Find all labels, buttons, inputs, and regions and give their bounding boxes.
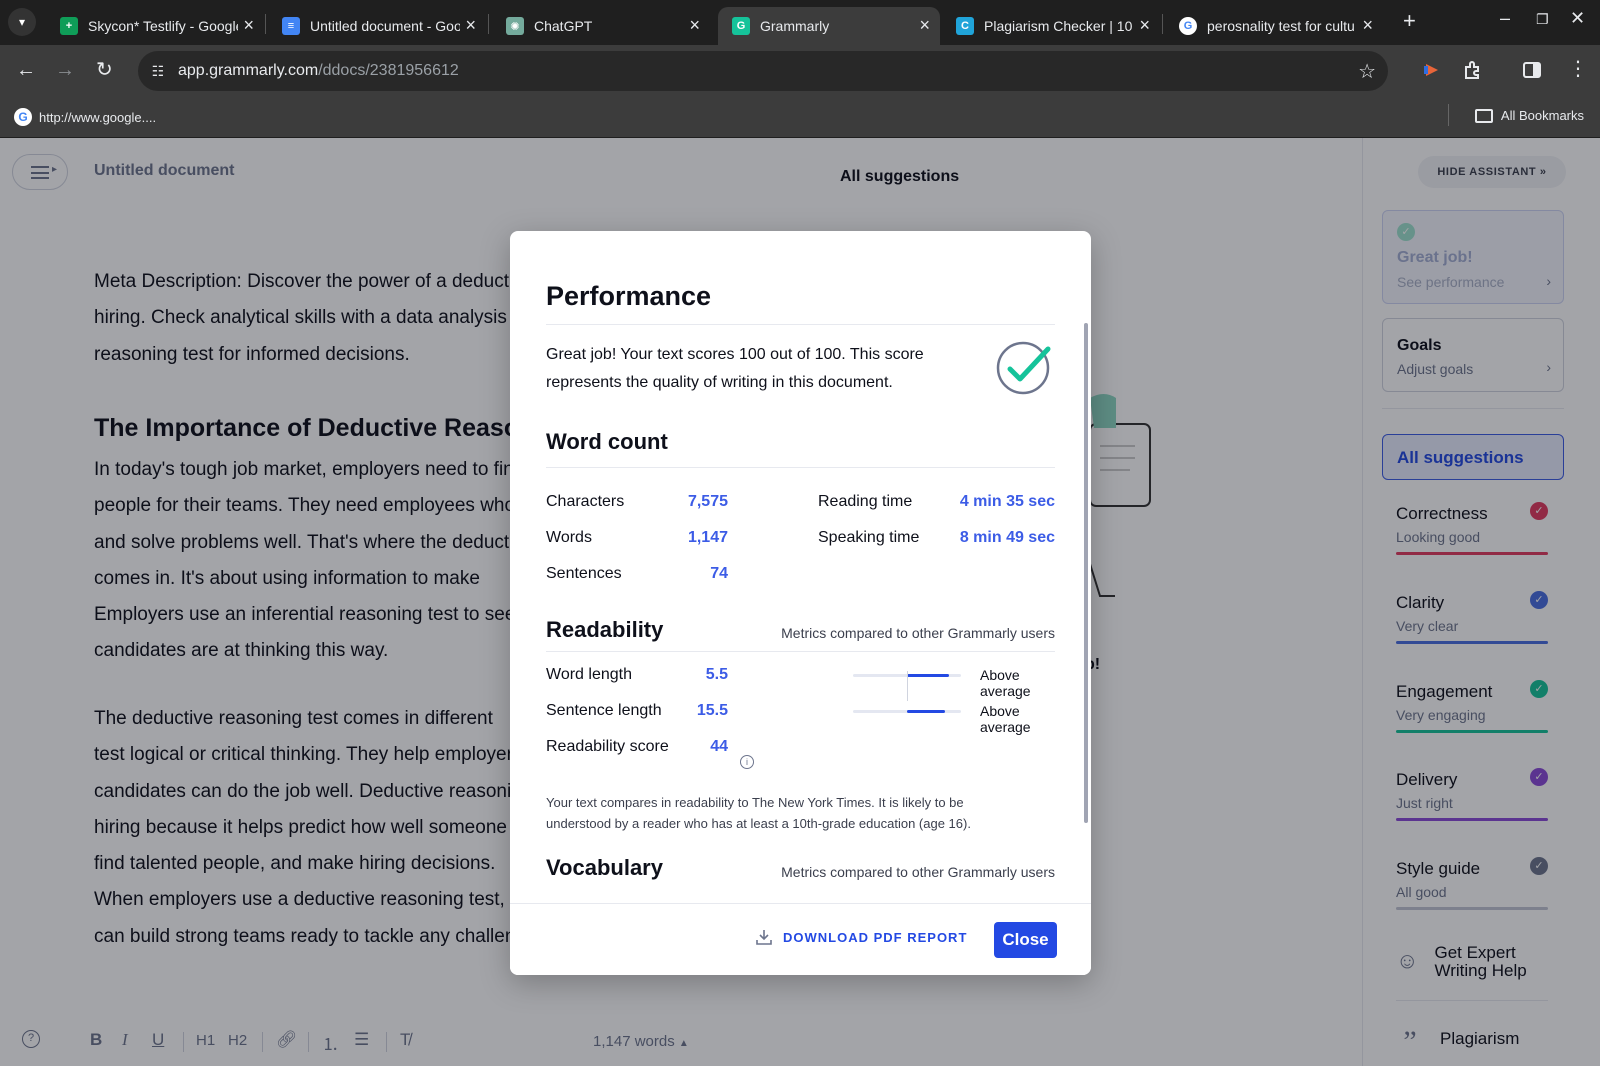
reading-time-label: Reading time — [818, 493, 913, 510]
modal-title: Performance — [546, 281, 712, 311]
average-marker — [907, 671, 908, 701]
sentences-label: Sentences — [546, 565, 622, 582]
readability-explanation: Your text compares in readability to The… — [546, 795, 971, 831]
forward-arrow-icon[interactable]: → — [55, 59, 75, 81]
reading-time-value: 4 min 35 sec — [959, 493, 1055, 510]
google-icon: G — [1179, 17, 1197, 35]
readability-score-label: Readability score — [546, 738, 669, 755]
window-close-icon[interactable]: ✕ — [1570, 8, 1585, 29]
tab-chatgpt[interactable]: ✺ ChatGPT × — [492, 7, 710, 45]
word-length-rating: Above average — [980, 667, 1031, 699]
more-menu-icon[interactable]: ⋮ — [1568, 58, 1588, 80]
tab-separator — [265, 14, 266, 34]
browser-tab-bar: ▾ + Skycon* Testlify - Google × ≡ Untitl… — [0, 0, 1600, 45]
metrics-note: Metrics compared to other Grammarly user… — [781, 625, 1055, 641]
info-icon[interactable]: i — [740, 755, 754, 769]
speaking-time-label: Speaking time — [818, 529, 920, 546]
modal-content: Performance Great job! Your text scores … — [546, 231, 1055, 891]
success-check-icon — [996, 341, 1051, 395]
bookmark-separator — [1448, 104, 1449, 126]
sentences-value: 74 — [710, 565, 728, 582]
tab-plagiarism-checker[interactable]: C Plagiarism Checker | 10 × — [942, 7, 1160, 45]
modal-scrollbar[interactable] — [1084, 323, 1088, 823]
characters-value: 7,575 — [687, 493, 728, 510]
tab-grammarly[interactable]: G Grammarly × — [718, 7, 940, 45]
address-bar[interactable]: ☷ app.grammarly.com/ddocs/2381956612 ☆ — [138, 51, 1388, 91]
word-length-label: Word length — [546, 666, 632, 683]
extension-grammarly-icon[interactable] — [1422, 60, 1442, 80]
google-icon: G — [14, 108, 32, 126]
extensions-puzzle-icon[interactable] — [1463, 60, 1483, 80]
readability-score-value: 44 — [710, 738, 728, 755]
side-panel-icon[interactable] — [1522, 60, 1542, 80]
grammarly-icon: G — [732, 17, 750, 35]
close-tab-icon[interactable]: × — [1139, 16, 1150, 34]
characters-label: Characters — [546, 493, 625, 510]
plagiarism-site-icon: C — [956, 17, 974, 35]
minimize-icon[interactable]: – — [1500, 8, 1510, 29]
divider — [546, 651, 1055, 652]
docs-icon: ≡ — [282, 17, 300, 35]
close-tab-icon[interactable]: × — [465, 16, 476, 34]
back-arrow-icon[interactable]: ← — [16, 59, 36, 81]
tab-search-chevron-icon[interactable]: ▾ — [8, 8, 36, 36]
download-icon — [756, 930, 772, 945]
chatgpt-icon: ✺ — [506, 17, 524, 35]
new-tab-plus-icon[interactable]: + — [1403, 10, 1416, 32]
readability-heading: Readability — [546, 617, 664, 642]
sentence-length-bar — [853, 710, 961, 713]
bookmark-google[interactable]: G http://www.google.... — [14, 108, 156, 126]
close-tab-icon[interactable]: × — [919, 16, 930, 34]
close-tab-icon[interactable]: × — [243, 16, 254, 34]
sentence-length-value: 15.5 — [696, 702, 728, 719]
close-tab-icon[interactable]: × — [1362, 16, 1373, 34]
tab-separator — [1162, 14, 1163, 34]
bookmark-star-icon[interactable]: ☆ — [1358, 59, 1376, 84]
download-pdf-button[interactable]: DOWNLOAD PDF REPORT — [755, 928, 967, 946]
tab-personality-test[interactable]: G perosnality test for cultu × — [1165, 7, 1383, 45]
modal-footer: DOWNLOAD PDF REPORT Close — [510, 903, 1091, 975]
vocabulary-heading: Vocabulary — [546, 855, 663, 880]
url-path: /ddocs/2381956612 — [318, 62, 459, 79]
speaking-time-value: 8 min 49 sec — [959, 529, 1055, 546]
folder-icon — [1474, 108, 1493, 123]
score-summary: Great job! Your text scores 100 out of 1… — [546, 346, 924, 391]
tab-skycon-testlify[interactable]: + Skycon* Testlify - Google × — [46, 7, 264, 45]
sentence-length-rating: Above average — [980, 703, 1031, 735]
divider — [546, 467, 1055, 468]
site-info-icon[interactable]: ☷ — [148, 61, 168, 81]
divider — [546, 324, 1055, 325]
tab-untitled-document[interactable]: ≡ Untitled document - Goo × — [268, 7, 486, 45]
word-count-heading: Word count — [546, 429, 668, 454]
performance-modal: Performance Great job! Your text scores … — [510, 231, 1091, 975]
sentence-length-label: Sentence length — [546, 702, 662, 719]
metrics-note: Metrics compared to other Grammarly user… — [781, 864, 1055, 880]
close-button[interactable]: Close — [994, 922, 1057, 958]
words-value: 1,147 — [687, 529, 728, 546]
words-label: Words — [546, 529, 592, 546]
reload-icon[interactable]: ↻ — [96, 59, 113, 81]
tab-separator — [488, 14, 489, 34]
browser-toolbar: ← → ↻ ☷ app.grammarly.com/ddocs/23819566… — [0, 45, 1600, 98]
close-tab-icon[interactable]: × — [689, 16, 700, 34]
sheets-icon: + — [60, 17, 78, 35]
word-length-value: 5.5 — [705, 666, 728, 683]
bookmarks-bar: G http://www.google.... All Bookmarks — [0, 98, 1600, 138]
url-host: app.grammarly.com — [178, 62, 319, 79]
grammarly-app: ▸ Untitled document All suggestions Meta… — [0, 138, 1600, 1066]
restore-icon[interactable]: ❐ — [1536, 11, 1549, 28]
all-bookmarks-button[interactable]: All Bookmarks — [1474, 108, 1584, 123]
